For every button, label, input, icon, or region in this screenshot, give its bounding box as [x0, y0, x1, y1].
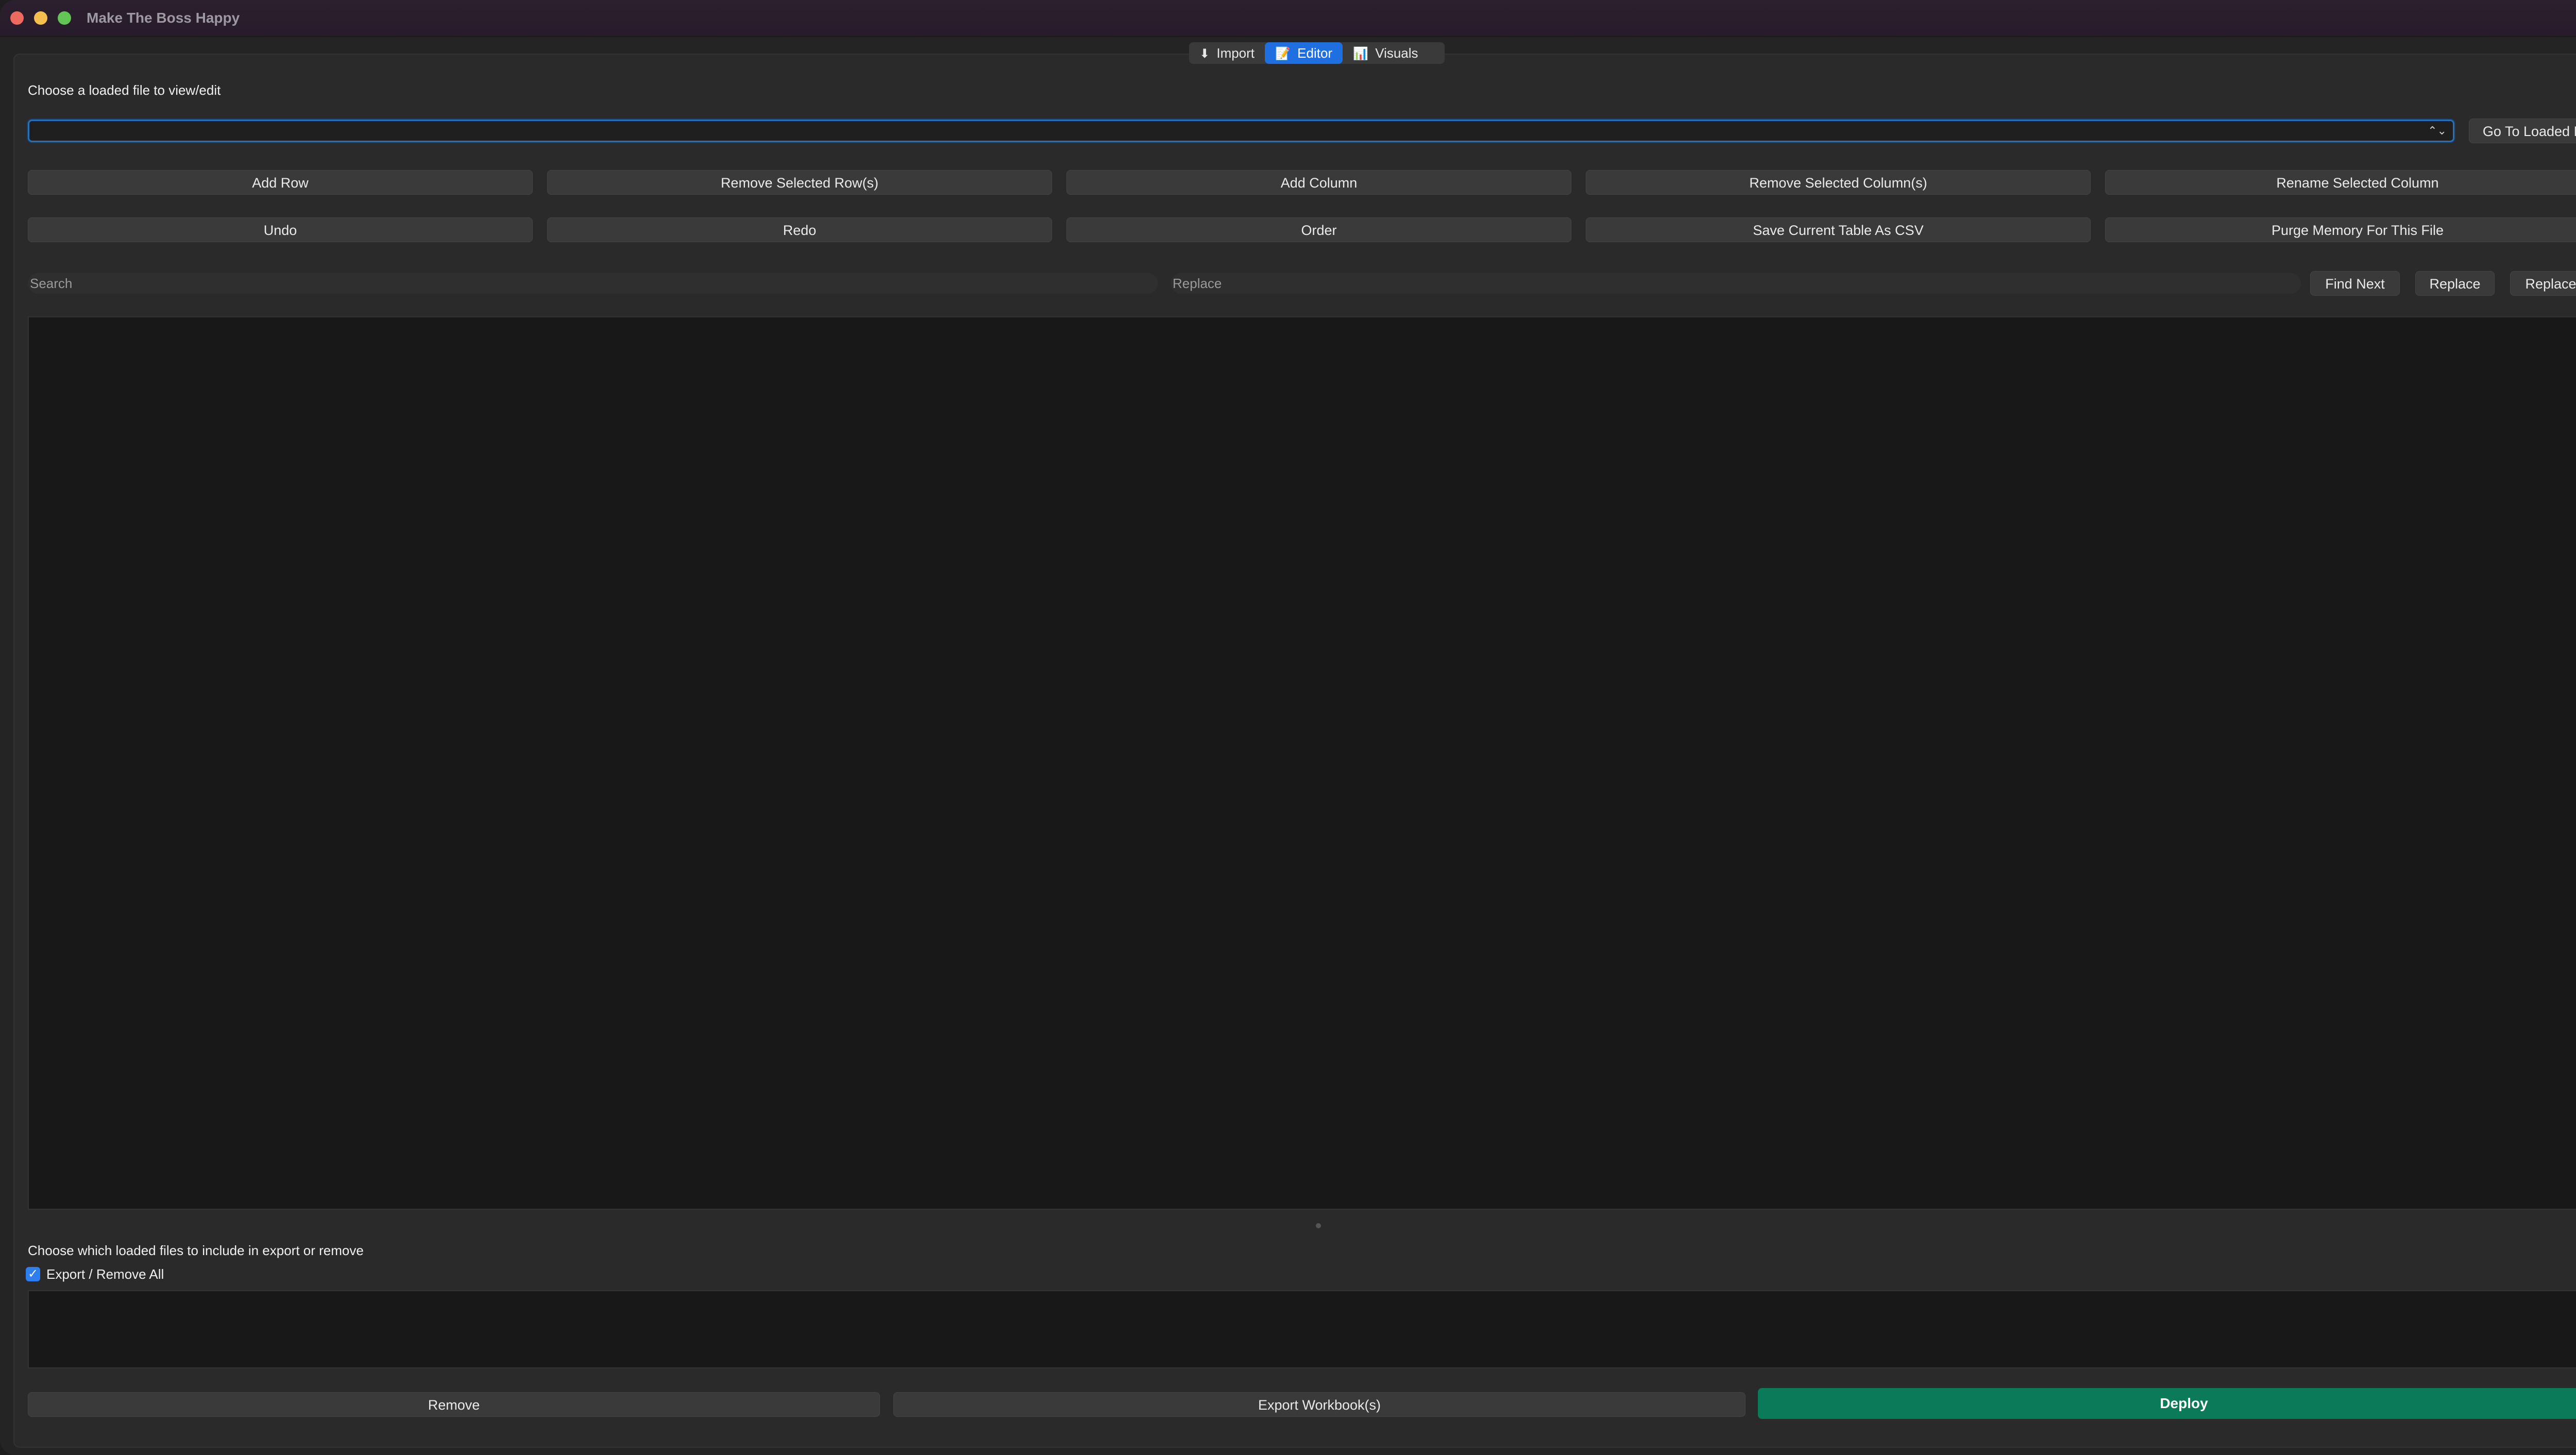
export-files-label: Choose which loaded files to include in …	[28, 1243, 364, 1258]
remove-selected-rows-button[interactable]: Remove Selected Row(s)	[547, 170, 1052, 195]
loaded-files-list[interactable]	[28, 1290, 2576, 1368]
replace-button[interactable]: Replace	[2415, 271, 2495, 296]
export-remove-all-label: Export / Remove All	[46, 1266, 164, 1282]
bar-chart-icon: 📊	[1353, 47, 1368, 61]
maximize-window-button[interactable]	[58, 11, 71, 25]
tab-visuals[interactable]: 📊 Visuals	[1343, 42, 1428, 64]
file-select-dropdown[interactable]: ⌃⌄	[28, 120, 2454, 142]
replace-input[interactable]: Replace	[1171, 273, 2301, 294]
app-window: Make The Boss Happy ⬇ Import 📝 Editor 📊 …	[0, 0, 2576, 1455]
tab-visuals-label: Visuals	[1375, 45, 1418, 61]
tab-editor-label: Editor	[1297, 45, 1333, 61]
add-column-button[interactable]: Add Column	[1066, 170, 1571, 195]
remove-selected-columns-button[interactable]: Remove Selected Column(s)	[1586, 170, 2091, 195]
choose-file-label: Choose a loaded file to view/edit	[28, 82, 221, 98]
add-row-button[interactable]: Add Row	[28, 170, 533, 195]
memo-icon: 📝	[1275, 47, 1291, 61]
search-input[interactable]: Search	[28, 273, 1158, 294]
redo-button[interactable]: Redo	[547, 217, 1052, 242]
splitter-handle[interactable]	[1316, 1223, 1321, 1228]
title-bar: Make The Boss Happy	[0, 0, 2576, 37]
minimize-window-button[interactable]	[34, 11, 47, 25]
deploy-button[interactable]: Deploy	[1758, 1388, 2576, 1419]
tab-import[interactable]: ⬇ Import	[1189, 42, 1265, 64]
export-remove-all-checkbox[interactable]: ✓	[26, 1267, 40, 1281]
download-icon: ⬇	[1199, 47, 1210, 61]
replace-all-button[interactable]: Replace All	[2510, 271, 2576, 296]
find-next-button[interactable]: Find Next	[2310, 271, 2400, 296]
order-button[interactable]: Order	[1066, 217, 1571, 242]
up-down-chevron-icon: ⌃⌄	[2428, 124, 2447, 137]
undo-button[interactable]: Undo	[28, 217, 533, 242]
go-to-loaded-file-button[interactable]: Go To Loaded File	[2469, 119, 2576, 143]
save-table-csv-button[interactable]: Save Current Table As CSV	[1586, 217, 2091, 242]
table-view[interactable]	[28, 316, 2576, 1210]
purge-memory-button[interactable]: Purge Memory For This File	[2105, 217, 2576, 242]
export-workbooks-button[interactable]: Export Workbook(s)	[893, 1392, 1745, 1417]
tab-bar: ⬇ Import 📝 Editor 📊 Visuals	[1189, 42, 1445, 64]
remove-button[interactable]: Remove	[28, 1392, 880, 1417]
window-title: Make The Boss Happy	[87, 10, 240, 26]
close-window-button[interactable]	[10, 11, 24, 25]
tab-import-label: Import	[1216, 45, 1255, 61]
rename-selected-column-button[interactable]: Rename Selected Column	[2105, 170, 2576, 195]
tab-editor[interactable]: 📝 Editor	[1265, 42, 1343, 64]
